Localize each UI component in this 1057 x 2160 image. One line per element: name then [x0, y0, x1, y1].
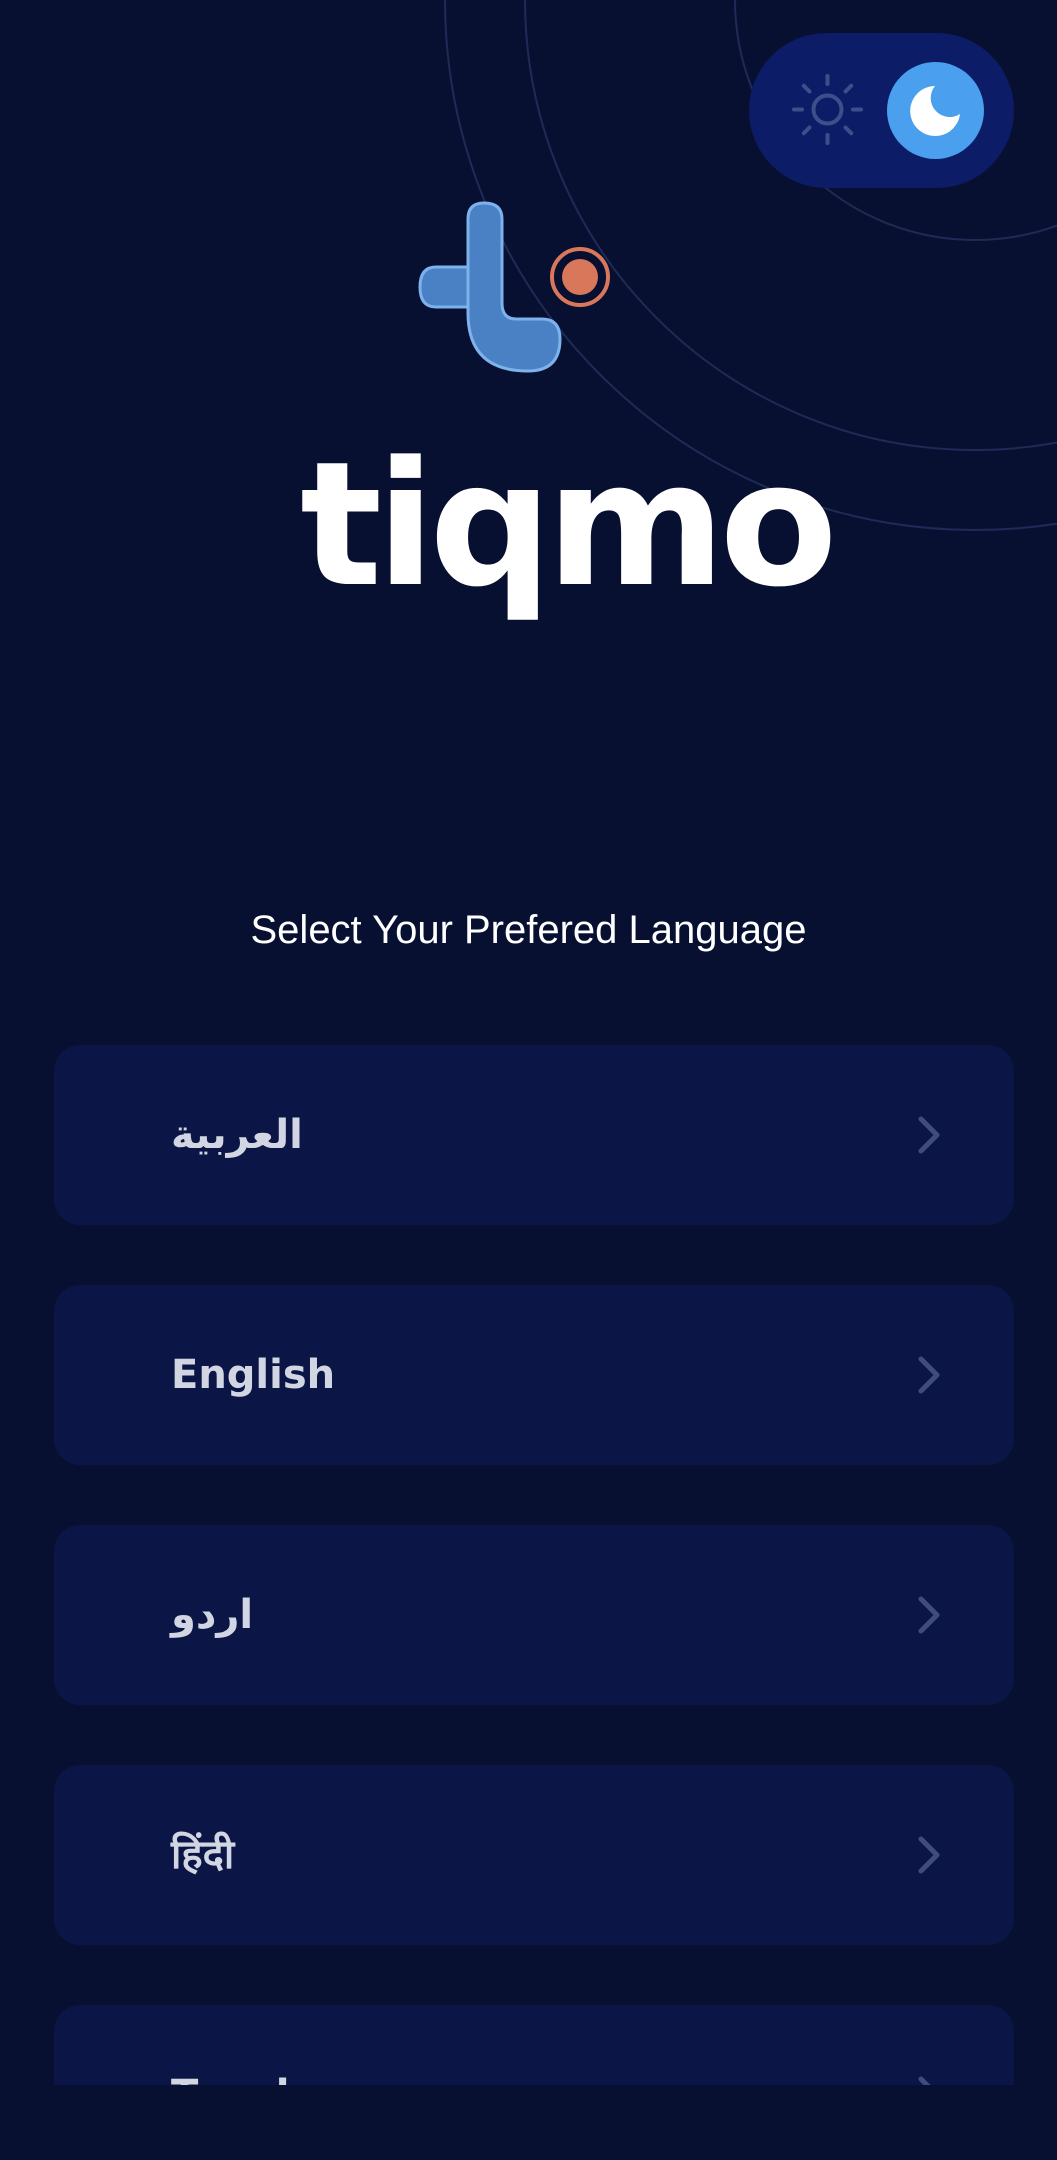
language-option-urdu[interactable]: اردو	[54, 1525, 1014, 1705]
language-option-arabic[interactable]: العربية	[54, 1045, 1014, 1225]
chevron-right-icon	[918, 2076, 931, 2085]
language-option-english[interactable]: English	[54, 1285, 1014, 1465]
language-label: اردو	[171, 1592, 254, 1638]
tiqmo-wordmark: tiqmo	[300, 424, 838, 625]
chevron-right-icon	[918, 1836, 940, 1874]
dark-mode-knob[interactable]	[887, 62, 984, 159]
language-label: हिंदी	[171, 1832, 235, 1878]
language-list: العربية English اردو हिंदी Tagalog	[54, 1045, 1014, 2085]
language-label: العربية	[171, 1112, 303, 1158]
language-option-tagalog[interactable]: Tagalog	[54, 2005, 1014, 2085]
moon-icon	[910, 86, 960, 136]
chevron-right-icon	[918, 1356, 940, 1394]
language-label: Tagalog	[171, 2005, 346, 2085]
chevron-right-icon	[918, 1596, 940, 1634]
page-title: Select Your Prefered Language	[250, 908, 807, 952]
chevron-right-icon	[918, 1116, 940, 1154]
language-label: English	[171, 1352, 336, 1398]
sun-icon[interactable]	[790, 72, 865, 147]
language-option-hindi[interactable]: हिंदी	[54, 1765, 1014, 1945]
tiqmo-t-logo-icon	[418, 201, 610, 373]
